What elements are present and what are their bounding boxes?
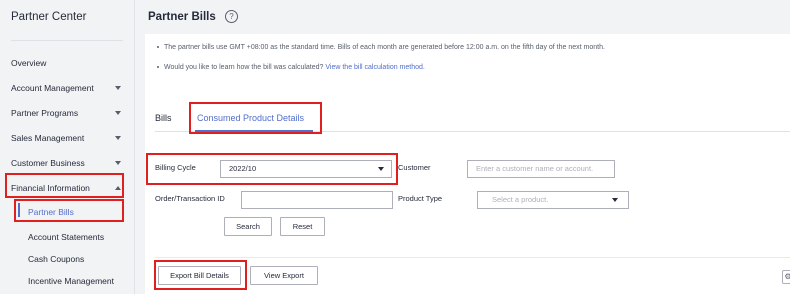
tip-text: Would you like to learn how the bill was… (164, 64, 324, 71)
page-title: Partner Bills (148, 11, 216, 23)
customer-input[interactable]: Enter a customer name or account. (467, 160, 615, 178)
highlight-consumed-product-details (189, 102, 322, 134)
chevron-down-icon (115, 136, 121, 140)
view-export-button[interactable]: View Export (250, 266, 318, 285)
sidebar-item-label: Customer Business (11, 158, 85, 168)
sidebar: Partner Center Overview Account Manageme… (0, 0, 135, 294)
sidebar-item-partner-programs[interactable]: Partner Programs (11, 108, 131, 118)
product-type-select[interactable]: Select a product. (477, 191, 629, 209)
sidebar-item-label: Overview (11, 58, 47, 68)
tip-standard-time: The partner bills use GMT +08:00 as the … (157, 44, 605, 51)
chevron-down-icon (115, 111, 121, 115)
highlight-billing-cycle (146, 153, 398, 185)
highlight-financial-information (5, 173, 124, 198)
sidebar-title: Partner Center (11, 11, 87, 23)
tab-bills[interactable]: Bills (155, 113, 172, 123)
search-button[interactable]: Search (224, 217, 272, 236)
bullet-icon (157, 46, 159, 49)
help-icon[interactable]: ? (225, 10, 238, 23)
calculation-method-link[interactable]: View the bill calculation method. (325, 64, 424, 71)
settings-icon[interactable]: ⚙ (782, 270, 790, 284)
sidebar-item-label: Partner Programs (11, 108, 79, 118)
product-type-label: Product Type (398, 194, 443, 203)
sidebar-item-account-management[interactable]: Account Management (11, 83, 131, 93)
highlight-export-bill-details (154, 260, 247, 290)
customer-label: Customer (398, 163, 431, 172)
sidebar-item-overview[interactable]: Overview (11, 58, 131, 68)
sidebar-item-label: Account Management (11, 83, 94, 93)
app: Partner Center Overview Account Manageme… (0, 0, 790, 294)
section-divider (155, 257, 790, 258)
chevron-down-icon (115, 161, 121, 165)
tip-calculation: Would you like to learn how the bill was… (157, 64, 425, 71)
order-transaction-input[interactable] (241, 191, 393, 209)
sidebar-item-sales-management[interactable]: Sales Management (11, 133, 131, 143)
reset-button[interactable]: Reset (280, 217, 325, 236)
tip-text: The partner bills use GMT +08:00 as the … (164, 44, 605, 51)
chevron-down-icon (115, 86, 121, 90)
sidebar-subitem-cash-coupons[interactable]: Cash Coupons (28, 254, 84, 264)
highlight-partner-bills (14, 199, 124, 222)
product-type-placeholder: Select a product. (492, 195, 549, 204)
sidebar-divider (11, 40, 123, 41)
sidebar-item-customer-business[interactable]: Customer Business (11, 158, 131, 168)
order-transaction-label: Order/Transaction ID (155, 194, 225, 203)
page-header: Partner Bills ? (136, 0, 790, 34)
sidebar-item-label: Sales Management (11, 133, 85, 143)
bullet-icon (157, 66, 159, 69)
sidebar-subitem-incentive-management[interactable]: Incentive Management (28, 276, 114, 286)
sidebar-subitem-account-statements[interactable]: Account Statements (28, 232, 104, 242)
chevron-down-icon (612, 198, 618, 202)
